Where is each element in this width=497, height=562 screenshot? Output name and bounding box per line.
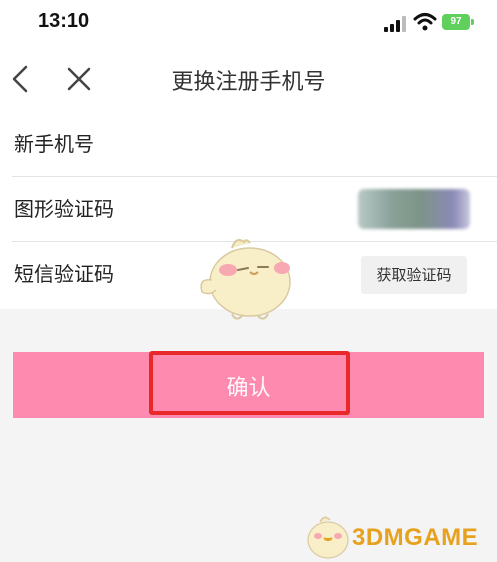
captcha-label: 图形验证码: [14, 197, 114, 221]
captcha-image[interactable]: [358, 189, 470, 229]
status-time: 13:10: [38, 10, 90, 32]
highlight-annotation-box: [149, 351, 350, 415]
new-phone-input[interactable]: [160, 124, 484, 166]
sms-code-label: 短信验证码: [14, 262, 114, 286]
chick-mascot-image: [200, 239, 291, 320]
get-code-button[interactable]: 获取验证码: [361, 256, 467, 294]
watermark-text: 3DMGAME: [352, 524, 479, 551]
signal-icon: [384, 16, 406, 32]
captcha-row[interactable]: 图形验证码: [0, 177, 497, 241]
page-title: 更换注册手机号: [171, 70, 326, 95]
status-bar: 13:10 97: [0, 0, 497, 46]
battery-icon: 97: [442, 14, 470, 30]
nav-bar: 更换注册手机号: [0, 46, 497, 112]
new-phone-row[interactable]: 新手机号: [0, 112, 497, 176]
battery-tip: [471, 19, 474, 25]
chick-logo-icon: [307, 516, 349, 559]
new-phone-label: 新手机号: [14, 132, 94, 156]
wifi-icon: [413, 13, 437, 31]
watermark: 3DMGAME: [302, 506, 492, 562]
